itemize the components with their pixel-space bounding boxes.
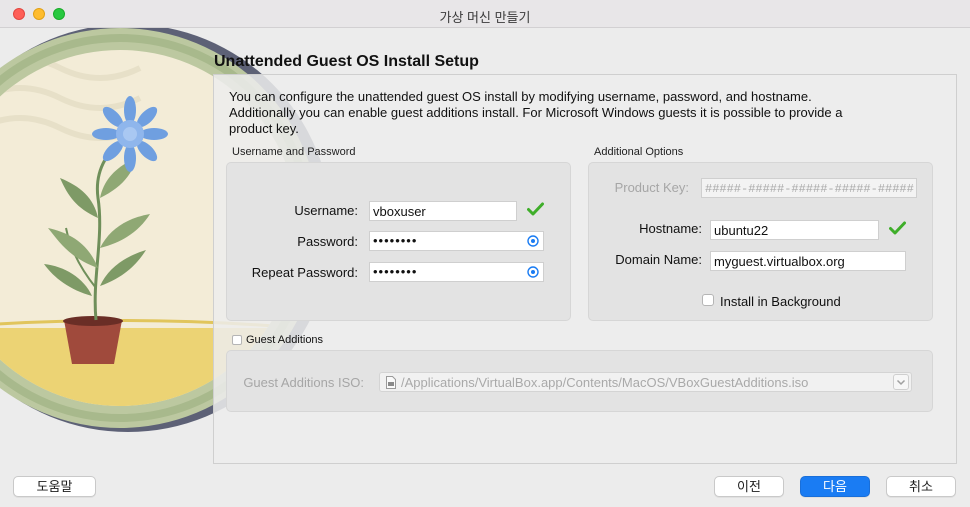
window-title: 가상 머신 만들기 [439,10,531,25]
help-button[interactable]: 도움말 [13,476,96,497]
username-input[interactable]: vboxuser [369,201,517,221]
page-description: You can configure the unattended guest O… [229,89,843,136]
password-label: Password: [297,234,358,249]
password-input[interactable]: •••••••• [369,231,544,251]
password-value: •••••••• [373,233,418,248]
title-bar: 가상 머신 만들기 [0,0,970,28]
guest-additions-iso-select[interactable]: /Applications/VirtualBox.app/Contents/Ma… [379,372,912,392]
product-key-input[interactable]: #####-#####-#####-#####-##### [701,178,917,198]
repeat-password-label: Repeat Password: [251,265,358,280]
hostname-valid-check-icon [889,221,906,235]
repeat-password-value: •••••••• [373,264,418,279]
show-repeat-password-eye-icon[interactable] [527,266,539,278]
chevron-down-icon [896,379,906,386]
hostname-input[interactable]: ubuntu22 [710,220,879,240]
page-title: Unattended Guest OS Install Setup [214,53,479,70]
hostname-label: Hostname: [639,221,702,236]
username-valid-check-icon [527,202,544,216]
install-in-background-checkbox[interactable] [702,294,714,306]
guest-additions-checkbox[interactable] [232,335,242,345]
domain-name-label: Domain Name: [615,252,702,267]
username-label: Username: [294,203,358,218]
iso-dropdown-button[interactable] [893,374,909,390]
show-password-eye-icon[interactable] [527,235,539,247]
back-button[interactable]: 이전 [714,476,784,497]
guest-additions-iso-label: Guest Additions ISO: [243,375,364,390]
cancel-button[interactable]: 취소 [886,476,956,497]
next-button[interactable]: 다음 [800,476,870,497]
additional-options-group-label: Additional Options [594,146,684,158]
repeat-password-input[interactable]: •••••••• [369,262,544,282]
guest-additions-iso-path: /Applications/VirtualBox.app/Contents/Ma… [401,375,809,390]
guest-additions-label[interactable]: Guest Additions [246,334,323,346]
username-password-group-label: Username and Password [232,146,356,158]
product-key-label: Product Key: [614,180,689,195]
file-icon [386,376,396,389]
install-in-background-label[interactable]: Install in Background [720,294,841,309]
domain-name-input[interactable]: myguest.virtualbox.org [710,251,906,271]
